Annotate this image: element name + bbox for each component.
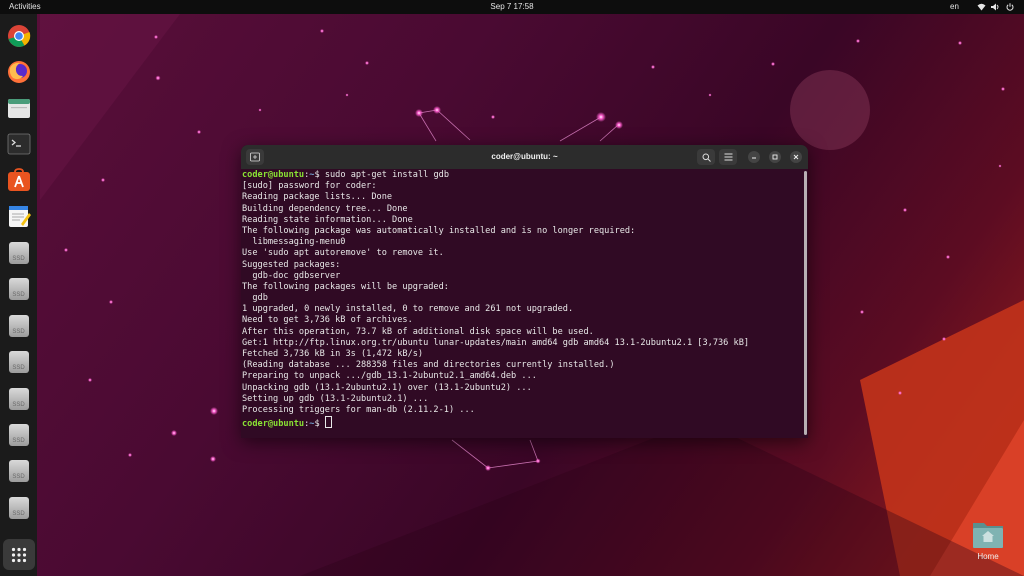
chrome-icon[interactable]	[4, 21, 33, 50]
minimize-button[interactable]	[748, 151, 760, 163]
output-line: 1 upgraded, 0 newly installed, 0 to remo…	[242, 304, 574, 315]
search-button[interactable]	[697, 149, 715, 165]
ssd-drive-icon[interactable]: SSD	[4, 384, 33, 413]
output-line: Processing triggers for man-db (2.11.2-1…	[242, 404, 475, 415]
output-line: Reading package lists... Done	[242, 192, 393, 203]
ssd-label: SSD	[8, 277, 29, 300]
ssd-drive-icon[interactable]: SSD	[4, 311, 33, 340]
output-line: gdb-doc gdbserver	[242, 270, 341, 281]
show-apps-icon[interactable]	[3, 539, 35, 570]
ssd-label: SSD	[8, 350, 29, 373]
output-line: [sudo] password for coder:	[242, 181, 377, 192]
maximize-button[interactable]	[769, 151, 781, 163]
power-icon[interactable]	[1005, 0, 1015, 14]
wifi-icon[interactable]	[976, 0, 986, 14]
volume-icon[interactable]	[990, 0, 1000, 14]
ssd-drive-icon[interactable]: SSD	[4, 274, 33, 303]
text-cursor	[324, 416, 332, 429]
ssd-label: SSD	[8, 496, 29, 519]
home-folder-label: Home	[977, 552, 999, 561]
ssd-label: SSD	[8, 387, 29, 410]
search-icon	[702, 153, 711, 162]
active-prompt-line[interactable]: coder@ubuntu:~$	[242, 416, 802, 430]
output-line: libmessaging-menu0	[242, 237, 346, 248]
output-line: Unpacking gdb (13.1-2ubuntu2.1) over (13…	[242, 382, 532, 393]
clock[interactable]: Sep 7 17:58	[0, 0, 1024, 14]
firefox-icon[interactable]	[4, 57, 33, 86]
app-center-icon[interactable]	[4, 165, 33, 194]
output-line: Reading state information... Done	[242, 214, 413, 225]
output-line: gdb	[242, 293, 268, 304]
output-line: Get:1 http://ftp.linux.org.tr/ubuntu lun…	[242, 337, 750, 348]
command-text: sudo apt-get install gdb	[324, 170, 450, 180]
output-line: After this operation, 73.7 kB of additio…	[242, 326, 594, 337]
output-line: Suggested packages:	[242, 259, 341, 270]
ssd-drive-icon[interactable]: SSD	[4, 493, 33, 522]
terminal-window[interactable]: coder@ubuntu: ~ coder@ubuntu:~$ sudo apt…	[241, 145, 808, 438]
output-line: Fetched 3,736 kB in 3s (1,472 kB/s)	[242, 349, 424, 359]
output-line: Preparing to unpack .../gdb_13.1-2ubuntu…	[242, 371, 537, 382]
hamburger-icon	[724, 153, 732, 161]
output-line: Use 'sudo apt autoremove' to remove it.	[242, 248, 444, 259]
terminal-header-bar[interactable]: coder@ubuntu: ~	[241, 145, 808, 169]
ssd-label: SSD	[8, 459, 29, 482]
output-line: Need to get 3,736 kB of archives.	[242, 315, 413, 326]
ssd-drive-icon[interactable]: SSD	[4, 238, 33, 267]
terminal-scrollbar[interactable]	[804, 171, 807, 435]
language-indicator[interactable]: en	[950, 0, 959, 14]
command-line: coder@ubuntu:~$ sudo apt-get install gdb	[242, 170, 802, 181]
ssd-drive-icon[interactable]: SSD	[4, 420, 33, 449]
output-line: The following packages will be upgraded:	[242, 281, 449, 292]
terminal-icon[interactable]	[4, 129, 33, 158]
prompt-user: coder@ubuntu	[242, 170, 305, 180]
ssd-label: SSD	[8, 314, 29, 337]
prompt-user: coder@ubuntu	[242, 419, 305, 430]
dock: SSD SSD SSD SSD SSD SSD SSD SSD	[0, 14, 37, 576]
files-icon[interactable]	[4, 93, 33, 122]
ssd-label: SSD	[8, 423, 29, 446]
prompt-suffix: $	[314, 170, 325, 180]
minimize-icon	[752, 157, 756, 159]
output-line: (Reading database ... 288358 files and d…	[242, 360, 615, 371]
close-icon	[793, 154, 799, 160]
close-button[interactable]	[790, 151, 802, 163]
ssd-drive-icon[interactable]: SSD	[4, 347, 33, 376]
prompt-suffix: $	[314, 419, 325, 430]
output-line: Building dependency tree... Done	[242, 203, 408, 214]
terminal-output[interactable]: coder@ubuntu:~$ sudo apt-get install gdb…	[242, 170, 802, 436]
maximize-icon	[772, 154, 778, 160]
ssd-drive-icon[interactable]: SSD	[4, 456, 33, 485]
menu-button[interactable]	[719, 149, 737, 165]
text-editor-icon[interactable]	[4, 201, 33, 230]
output-line: Setting up gdb (13.1-2ubuntu2.1) ...	[242, 393, 429, 404]
output-line: The following package was automatically …	[242, 225, 636, 236]
ssd-label: SSD	[8, 241, 29, 264]
top-bar: Activities Sep 7 17:58 en	[0, 0, 1024, 14]
